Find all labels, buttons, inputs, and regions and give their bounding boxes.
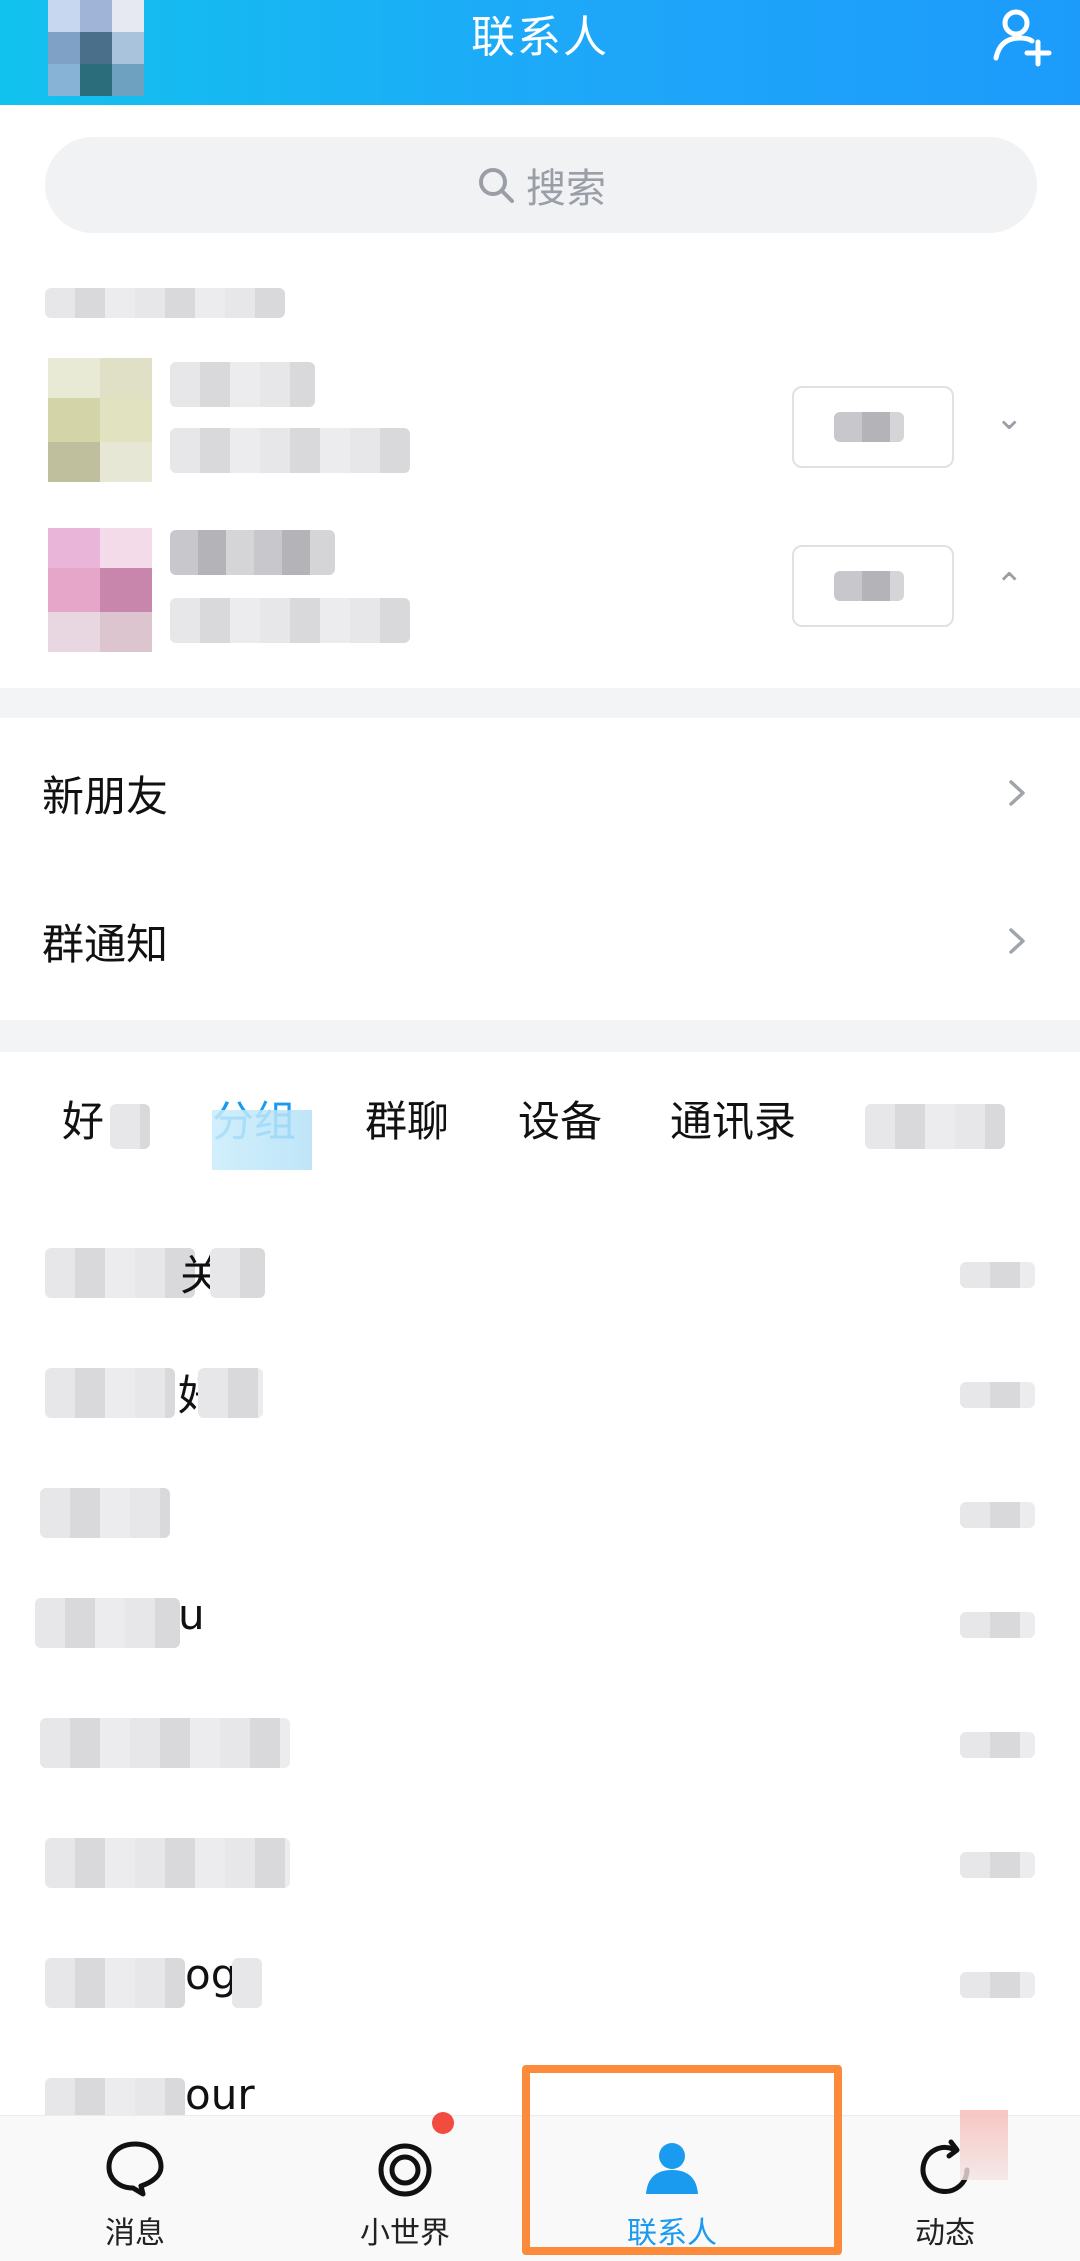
nav-small-world-label: 小世界 — [360, 2216, 450, 2251]
message-icon — [106, 2141, 164, 2197]
small-world-icon — [378, 2143, 432, 2197]
search-placeholder: 搜索 — [526, 166, 606, 212]
tab-devices[interactable]: 设备 — [518, 1092, 602, 1152]
nav-small-world[interactable]: 小世界 — [305, 2112, 505, 2261]
list-item[interactable]: u — [0, 1560, 1080, 1680]
nav-moments-label: 动态 — [915, 2216, 975, 2251]
contact-tabs: 好 分组 群聊 设备 通讯录 — [0, 1092, 1080, 1172]
tab-address-book[interactable]: 通讯录 — [670, 1092, 796, 1152]
group-notice-row[interactable]: 群通知 — [0, 870, 1080, 1020]
search-icon — [479, 168, 514, 203]
new-friends-row[interactable]: 新朋友 — [0, 718, 1080, 868]
recommended-detail-blurred — [170, 428, 410, 473]
list-item-fragment: og — [185, 1950, 238, 1999]
nav-messages[interactable]: 消息 — [35, 2116, 235, 2261]
tab-group-chats[interactable]: 群聊 — [365, 1092, 449, 1152]
recommend-header-blurred — [45, 288, 285, 318]
recommended-detail-blurred — [170, 598, 410, 643]
nav-messages-label: 消息 — [105, 2216, 165, 2251]
new-friends-label: 新朋友 — [42, 772, 169, 821]
top-bar: 联系人 — [0, 0, 1080, 105]
recommended-avatar[interactable] — [48, 528, 152, 652]
list-item[interactable]: 好 — [0, 1330, 1080, 1450]
list-item[interactable] — [0, 1800, 1080, 1920]
tab-groups-blur-overlay — [212, 1110, 312, 1170]
notification-badge — [432, 2112, 454, 2134]
search-bar[interactable]: 搜索 — [45, 137, 1037, 233]
recommended-name-blurred — [170, 530, 335, 575]
add-contact-button[interactable] — [992, 6, 1054, 68]
page-title: 联系人 — [471, 12, 609, 63]
group-notice-label: 群通知 — [42, 920, 169, 969]
add-recommended-button[interactable] — [792, 545, 954, 627]
list-item[interactable]: 关 — [0, 1210, 1080, 1330]
chevron-right-icon — [1009, 928, 1025, 954]
chevron-right-icon — [1009, 780, 1025, 806]
section-divider — [0, 688, 1080, 718]
recommended-avatar[interactable] — [48, 358, 152, 482]
chevron-down-icon[interactable]: ⌄ — [995, 398, 1024, 438]
nav-moments[interactable]: 动态 — [845, 2116, 1045, 2261]
tab-friends-blurred — [110, 1104, 150, 1149]
list-item[interactable]: og — [0, 1920, 1080, 2040]
list-item[interactable] — [0, 1450, 1080, 1570]
section-divider — [0, 1020, 1080, 1052]
add-recommended-button[interactable] — [792, 386, 954, 468]
list-item[interactable] — [0, 1680, 1080, 1800]
tab-friends[interactable]: 好 — [62, 1092, 104, 1152]
tab-more-blurred[interactable] — [865, 1104, 1005, 1149]
list-item-fragment: our — [185, 2070, 255, 2119]
chevron-up-icon[interactable]: ⌃ — [995, 566, 1024, 606]
add-friend-icon — [993, 9, 1052, 67]
list-item-fragment: u — [178, 1590, 205, 1639]
recommended-name-blurred — [170, 362, 315, 407]
highlight-box — [522, 2065, 842, 2255]
moments-blurred-overlay — [960, 2110, 1008, 2180]
